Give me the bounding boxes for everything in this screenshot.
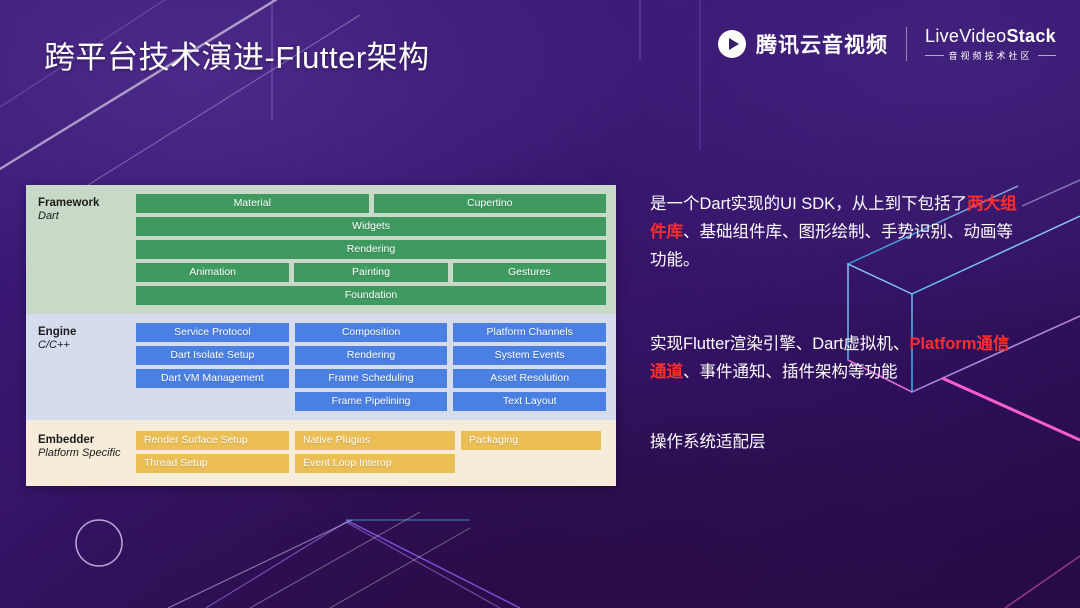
block-thread-setup: Thread Setup <box>136 454 289 473</box>
framework-annotation-part1: 是一个Dart实现的UI SDK，从上到下包括了 <box>650 195 968 213</box>
block-asset-resolution: Asset Resolution <box>453 369 607 388</box>
block-composition: Composition <box>294 323 448 342</box>
block-render-surface-setup: Render Surface Setup <box>136 431 289 450</box>
embedder-label-lang: Platform Specific <box>38 447 121 460</box>
engine-label-name: Engine <box>38 326 77 338</box>
embedder-rows: Render Surface Setup Native Plugins Pack… <box>136 431 606 473</box>
embedder-section: Embedder Platform Specific Render Surfac… <box>26 420 616 486</box>
framework-row: Animation Painting Gestures <box>136 263 606 282</box>
embedder-row: Thread Setup Event Loop Interop <box>136 454 606 473</box>
embedder-row: Render Surface Setup Native Plugins Pack… <box>136 431 606 450</box>
block-widgets: Widgets <box>136 217 606 236</box>
engine-annotation-part1: 实现Flutter渲染引擎、Dart虚拟机、 <box>650 335 910 353</box>
livevideostack-wordmark: LiveVideoStack <box>925 26 1056 47</box>
block-system-events: System Events <box>453 346 607 365</box>
framework-annotation: 是一个Dart实现的UI SDK，从上到下包括了两大组件库、基础组件库、图形绘制… <box>650 190 1020 274</box>
logo-bar: 腾讯云音视频 LiveVideoStack 音视频技术社区 <box>718 26 1056 62</box>
livevideostack-subtitle-row: 音视频技术社区 <box>925 49 1056 62</box>
block-cupertino: Cupertino <box>373 194 606 213</box>
page-title: 跨平台技术演进-Flutter架构 <box>44 40 430 75</box>
block-animation: Animation <box>136 263 290 282</box>
pink-angle-lines-icon <box>940 376 1080 608</box>
tencent-logo-text: 腾讯云音视频 <box>756 34 889 57</box>
livevideostack-subtitle: 音视频技术社区 <box>948 51 1033 61</box>
tencent-cloud-logo: 腾讯云音视频 <box>718 29 888 59</box>
block-packaging: Packaging <box>461 431 601 450</box>
block-rendering: Rendering <box>136 240 606 259</box>
block-event-loop-interop: Event Loop Interop <box>295 454 455 473</box>
circle-outline-icon <box>75 519 123 567</box>
slide-canvas: 跨平台技术演进-Flutter架构 腾讯云音视频 LiveVideoStack … <box>0 0 1080 608</box>
engine-column-2: Composition Rendering Frame Scheduling F… <box>294 323 448 411</box>
lvs-prefix: LiveVide <box>925 26 997 46</box>
block-platform-channels: Platform Channels <box>453 323 607 342</box>
rule-right <box>1037 55 1056 56</box>
embedder-annotation-part1: 操作系统适配层 <box>650 433 766 451</box>
livevideostack-logo: LiveVideoStack 音视频技术社区 <box>925 26 1056 62</box>
logo-divider <box>906 27 908 61</box>
framework-rows: Material Cupertino Widgets Rendering Ani… <box>136 194 606 305</box>
engine-column-1: Service Protocol Dart Isolate Setup Dart… <box>136 323 289 411</box>
engine-label-lang: C/C++ <box>38 339 70 352</box>
block-painting: Painting <box>294 263 448 282</box>
engine-section: Engine C/C++ Service Protocol Dart Isola… <box>26 314 616 420</box>
lvs-o: o <box>996 26 1007 46</box>
block-text-layout: Text Layout <box>453 392 607 411</box>
framework-label: Framework Dart <box>34 194 136 224</box>
play-triangle-icon <box>718 30 747 58</box>
block-dart-isolate-setup: Dart Isolate Setup <box>136 346 289 365</box>
framework-section: Framework Dart Material Cupertino Widget… <box>26 185 616 314</box>
framework-label-name: Framework <box>38 197 100 209</box>
block-gestures: Gestures <box>452 263 606 282</box>
engine-annotation-part2: 、事件通知、插件架构等功能 <box>683 363 898 381</box>
block-frame-scheduling: Frame Scheduling <box>294 369 448 388</box>
lvs-suffix: Stack <box>1006 26 1056 46</box>
embedder-label-name: Embedder <box>38 434 95 446</box>
framework-annotation-part2: 、基础组件库、图形绘制、手势识别、动画等功能。 <box>650 223 1013 269</box>
framework-row: Material Cupertino <box>136 194 606 213</box>
block-engine-rendering: Rendering <box>294 346 448 365</box>
block-frame-pipelining: Frame Pipelining <box>294 392 448 411</box>
embedder-annotation: 操作系统适配层 <box>650 428 1020 456</box>
block-service-protocol: Service Protocol <box>136 323 289 342</box>
embedder-label: Embedder Platform Specific <box>34 431 136 461</box>
engine-annotation: 实现Flutter渲染引擎、Dart虚拟机、Platform通信通道、事件通知、… <box>650 330 1020 386</box>
framework-row: Rendering <box>136 240 606 259</box>
engine-label: Engine C/C++ <box>34 323 136 353</box>
engine-columns: Service Protocol Dart Isolate Setup Dart… <box>136 323 607 411</box>
bottom-diagonals-icon <box>249 511 471 608</box>
block-dart-vm-management: Dart VM Management <box>136 369 289 388</box>
engine-column-3: Platform Channels System Events Asset Re… <box>453 323 607 411</box>
framework-row: Widgets <box>136 217 606 236</box>
rule-left <box>925 55 944 56</box>
flutter-architecture-diagram: Framework Dart Material Cupertino Widget… <box>26 185 616 486</box>
framework-label-lang: Dart <box>38 210 59 223</box>
block-foundation: Foundation <box>136 286 606 305</box>
isometric-beam-bottom-icon <box>167 496 521 608</box>
block-material: Material <box>136 194 369 213</box>
framework-row: Foundation <box>136 286 606 305</box>
block-native-plugins: Native Plugins <box>295 431 455 450</box>
